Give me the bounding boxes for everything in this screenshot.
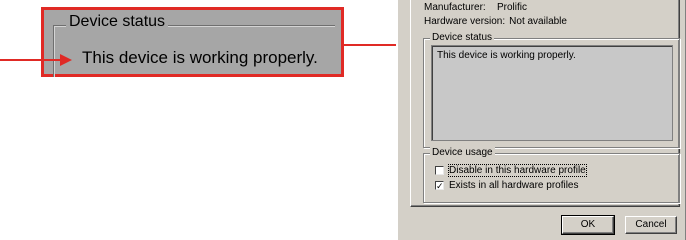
hardware-version-row: Hardware version: Not available [424,16,567,27]
hardware-version-label: Hardware version: [424,16,506,27]
device-usage-legend: Device usage [430,147,495,158]
zoom-device-status-legend: Device status [66,13,169,31]
zoom-callout: Device status This device is working pro… [41,7,344,77]
device-usage-group: Device usage Disable in this hardware pr… [423,147,680,203]
device-properties-dialog: Manufacturer: Prolific Hardware version: N… [396,0,686,240]
disable-profile-checkbox[interactable] [435,165,444,175]
general-tab-pane: Manufacturer: Prolific Hardware version: N… [410,0,680,207]
manufacturer-label: Manufacturer: [424,2,486,13]
cancel-button[interactable]: Cancel [625,216,677,234]
device-status-textbox[interactable]: This device is working properly. [431,45,673,141]
manufacturer-value: Prolific [497,2,528,13]
device-status-group: Device status This device is working pro… [423,32,680,148]
exists-all-profiles-label[interactable]: Exists in all hardware profiles [449,180,579,191]
exists-all-profiles-option[interactable]: ✓ Exists in all hardware profiles [435,179,579,191]
ok-button[interactable]: OK [561,215,615,235]
exists-all-profiles-checkbox[interactable]: ✓ [435,180,444,190]
manufacturer-row: Manufacturer: Prolific [424,2,527,13]
disable-profile-option[interactable]: Disable in this hardware profile [435,163,587,177]
device-status-legend: Device status [430,32,495,43]
hardware-version-value: Not available [509,16,567,27]
disable-profile-label[interactable]: Disable in this hardware profile [448,163,587,177]
device-status-text: This device is working properly. [437,50,576,61]
zoom-status-text: This device is working properly. [82,48,318,67]
